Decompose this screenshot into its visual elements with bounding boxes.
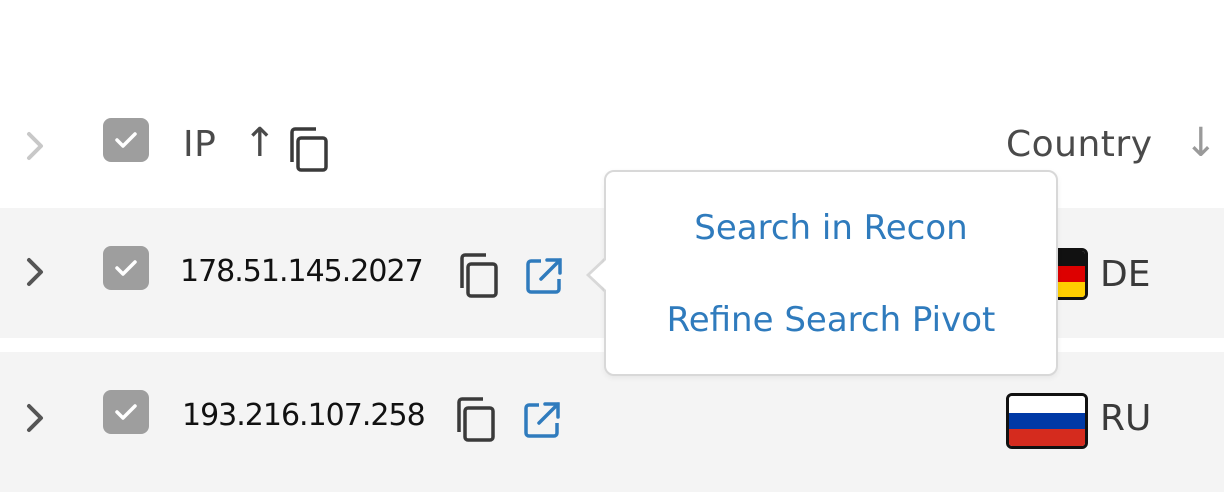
pivot-popup-menu: Search in Recon Refine Search Pivot <box>604 170 1058 376</box>
check-icon <box>115 132 137 148</box>
copy-icon[interactable] <box>455 396 499 444</box>
country-code: DE <box>1100 254 1151 295</box>
copy-column-icon[interactable] <box>288 126 332 174</box>
copy-icon[interactable] <box>458 252 502 300</box>
expand-all-chevron-icon[interactable] <box>24 128 46 164</box>
ip-address-value: 193.216.107.258 <box>182 398 426 433</box>
ip-address-value: 178.51.145.2027 <box>180 254 424 289</box>
refine-search-pivot-item[interactable]: Refine Search Pivot <box>606 300 1056 340</box>
column-header-country[interactable]: Country <box>1006 124 1153 165</box>
select-all-checkbox[interactable] <box>103 118 149 162</box>
row-checkbox[interactable] <box>103 390 149 434</box>
open-external-icon[interactable] <box>524 256 564 296</box>
sort-ascending-icon[interactable]: ↑ <box>243 120 277 166</box>
popup-arrow <box>590 260 606 290</box>
sort-descending-icon[interactable]: ↓ <box>1184 120 1218 166</box>
check-icon <box>115 404 137 420</box>
check-icon <box>115 260 137 276</box>
country-code: RU <box>1100 398 1152 439</box>
row-checkbox[interactable] <box>103 246 149 290</box>
expand-row-chevron-icon[interactable] <box>24 400 46 436</box>
column-header-ip[interactable]: IP <box>183 124 216 165</box>
open-external-icon[interactable] <box>522 400 562 440</box>
expand-row-chevron-icon[interactable] <box>24 254 46 290</box>
flag-ru-icon <box>1006 393 1088 449</box>
search-in-recon-item[interactable]: Search in Recon <box>606 208 1056 248</box>
